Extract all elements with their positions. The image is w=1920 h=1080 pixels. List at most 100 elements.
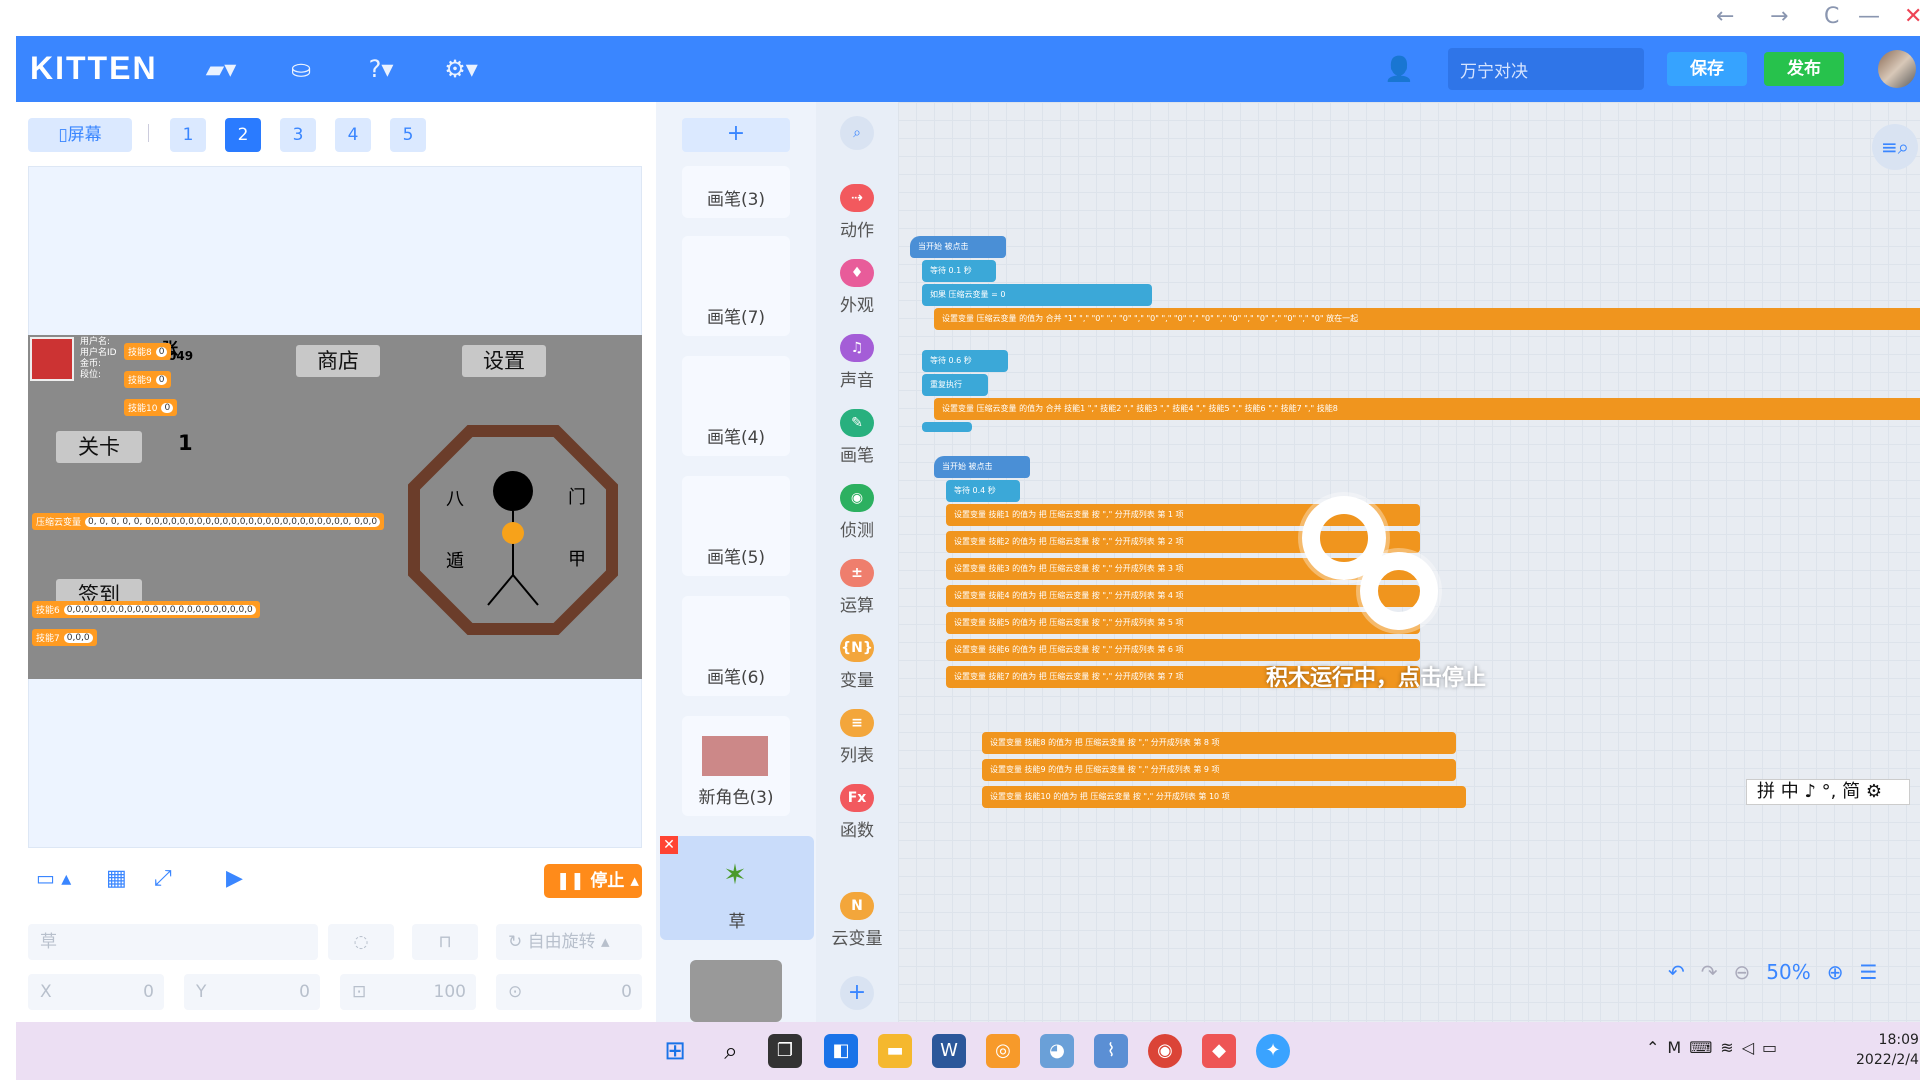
- wait-block[interactable]: 等待 0.1 秒: [922, 260, 996, 282]
- back-icon[interactable]: ←: [1716, 4, 1734, 29]
- hide-icon[interactable]: ◌: [328, 924, 394, 960]
- set-variable-block[interactable]: 设置变量 技能8 的值为 把 压缩云变量 按 "," 分开成列表 第 8 项: [982, 732, 1456, 754]
- minimize-icon[interactable]: —: [1858, 4, 1880, 29]
- search-icon[interactable]: ⌕: [840, 116, 874, 150]
- task-view-icon[interactable]: ❐: [768, 1034, 802, 1068]
- set-variable-block[interactable]: 设置变量 技能6 的值为 把 压缩云变量 按 "," 分开成列表 第 6 项: [946, 639, 1420, 661]
- app-icon[interactable]: ⌇: [1094, 1034, 1128, 1068]
- zoom-out-icon[interactable]: ⊖: [1734, 960, 1751, 984]
- category-pen[interactable]: ✎ 画笔: [816, 409, 898, 466]
- chrome-icon[interactable]: ◉: [1148, 1034, 1182, 1068]
- paint-icon[interactable]: ✦: [1256, 1034, 1290, 1068]
- zoom-in-icon[interactable]: ⊕: [1827, 960, 1844, 984]
- page-tab-1[interactable]: 1: [170, 118, 206, 152]
- stop-button[interactable]: ❚❚ 停止 ▴: [544, 864, 642, 898]
- set-variable-block[interactable]: 设置变量 压缩云变量 的值为 合并 技能1 "," 技能2 "," 技能3 ",…: [934, 398, 1920, 420]
- set-variable-block[interactable]: 设置变量 技能10 的值为 把 压缩云变量 按 "," 分开成列表 第 10 项: [982, 786, 1466, 808]
- redo-icon[interactable]: ↷: [1701, 960, 1718, 984]
- settings-button[interactable]: 设置: [462, 345, 546, 377]
- running-overlay-text[interactable]: 积木运行中，点击停止: [1266, 660, 1486, 692]
- hat-block[interactable]: 当开始 被点击: [934, 456, 1030, 478]
- screen-button[interactable]: ▯屏幕: [28, 118, 132, 152]
- x-field[interactable]: X0: [28, 974, 164, 1010]
- category-motion[interactable]: ⇢ 动作: [816, 184, 898, 241]
- hat-block[interactable]: 当开始 被点击: [910, 236, 1006, 258]
- y-field[interactable]: Y0: [184, 974, 320, 1010]
- sprite-item[interactable]: [690, 960, 782, 1022]
- direction-field[interactable]: ⊙ 0: [496, 974, 642, 1010]
- record-icon[interactable]: ▶: [226, 866, 243, 891]
- sprite-item[interactable]: 画笔(7): [682, 236, 790, 336]
- publish-button[interactable]: 发布: [1764, 52, 1844, 86]
- start-icon[interactable]: ⊞: [658, 1034, 692, 1068]
- set-variable-block[interactable]: 设置变量 技能4 的值为 把 压缩云变量 按 "," 分开成列表 第 4 项: [946, 585, 1420, 607]
- category-variables[interactable]: {N} 变量: [816, 634, 898, 691]
- project-name-input[interactable]: 万宁对决: [1448, 48, 1644, 90]
- cloud-variable-monitor: 压缩云变量 0, 0, 0, 0, 0, 0,0,0,0,0,0,0,0,0,0,…: [32, 513, 385, 530]
- wait-block[interactable]: 等待 0.6 秒: [922, 350, 1008, 372]
- gear-running-icon[interactable]: [1360, 552, 1438, 630]
- shop-button[interactable]: 商店: [296, 345, 380, 377]
- file-explorer-icon[interactable]: ▬: [878, 1034, 912, 1068]
- reload-icon[interactable]: C: [1824, 4, 1839, 29]
- category-functions[interactable]: Fx 函数: [816, 784, 898, 841]
- size-field[interactable]: ⊡ 100: [340, 974, 476, 1010]
- page-tab-4[interactable]: 4: [335, 118, 371, 152]
- kitten-app-icon[interactable]: ◆: [1202, 1034, 1236, 1068]
- close-icon[interactable]: ✕: [1904, 4, 1920, 29]
- set-variable-block[interactable]: 设置变量 技能9 的值为 把 压缩云变量 按 "," 分开成列表 第 9 项: [982, 759, 1456, 781]
- delete-sprite-icon[interactable]: ✕: [660, 836, 678, 854]
- sprite-list: + 画笔(3) 画笔(7) 画笔(4) 画笔(5) 画笔(6) 新角色(3) ✕…: [656, 102, 816, 1022]
- tray-icons[interactable]: ⌃Ⅿ⌨≋◁▭: [1646, 1038, 1785, 1057]
- game-screen[interactable]: 用户名:用户名ID金币:段位: 张 049 技能80 技能90 技能100 商店…: [28, 335, 642, 679]
- fullscreen-icon[interactable]: ⤢: [154, 866, 172, 891]
- add-collaborator-icon[interactable]: 👤: [1380, 50, 1418, 88]
- system-clock[interactable]: 18:09 2022/2/4: [1856, 1030, 1919, 1070]
- lock-icon[interactable]: ⊓: [412, 924, 478, 960]
- add-sprite-button[interactable]: +: [682, 118, 790, 152]
- save-button[interactable]: 保存: [1667, 52, 1747, 86]
- rotation-select[interactable]: ↻ 自由旋转 ▴: [496, 924, 642, 960]
- sprite-item[interactable]: 画笔(5): [682, 476, 790, 576]
- align-icon[interactable]: ☰: [1860, 960, 1878, 984]
- search-icon[interactable]: ⌕: [714, 1034, 748, 1068]
- category-operators[interactable]: ± 运算: [816, 559, 898, 616]
- block-search-icon[interactable]: ≡⌕: [1872, 124, 1918, 170]
- grid-icon[interactable]: ▦: [106, 866, 127, 891]
- sprite-item[interactable]: 新角色(3): [682, 716, 790, 816]
- app-icon[interactable]: ◎: [986, 1034, 1020, 1068]
- set-variable-block[interactable]: 设置变量 压缩云变量 的值为 合并 "1" "," "0" "," "0" ",…: [934, 308, 1920, 330]
- category-lists[interactable]: ≡ 列表: [816, 709, 898, 766]
- page-tab-2[interactable]: 2: [225, 118, 261, 152]
- user-avatar[interactable]: [1878, 50, 1916, 88]
- ime-toolbar[interactable]: 拼 中 ♪ °, 简 ⚙: [1746, 779, 1910, 805]
- page-tab-5[interactable]: 5: [390, 118, 426, 152]
- level-button[interactable]: 关卡: [56, 431, 142, 463]
- category-sound[interactable]: ♫ 声音: [816, 334, 898, 391]
- app-icon[interactable]: ◕: [1040, 1034, 1074, 1068]
- stage-size-icon[interactable]: ▭ ▴: [36, 866, 71, 890]
- sprite-name-input[interactable]: 草: [28, 924, 318, 960]
- page-tab-3[interactable]: 3: [280, 118, 316, 152]
- add-extension-icon[interactable]: +: [840, 976, 874, 1010]
- forward-icon[interactable]: →: [1770, 4, 1788, 29]
- category-cloud-variables[interactable]: N 云变量: [816, 892, 898, 949]
- stage-panel: ▯屏幕 1 2 3 4 5 用户名:用户名ID金币:段位: 张 049 技能80…: [16, 102, 656, 1022]
- if-block[interactable]: 如果 压缩云变量 = 0: [922, 284, 1152, 306]
- sprite-item[interactable]: 画笔(6): [682, 596, 790, 696]
- sprite-item[interactable]: 画笔(3): [682, 166, 790, 218]
- help-icon[interactable]: ?▾: [362, 50, 400, 88]
- category-looks[interactable]: ♦ 外观: [816, 259, 898, 316]
- set-variable-block[interactable]: 设置变量 技能5 的值为 把 压缩云变量 按 "," 分开成列表 第 5 项: [946, 612, 1420, 634]
- category-sensing[interactable]: ◉ 侦测: [816, 484, 898, 541]
- wait-block[interactable]: 等待 0.4 秒: [946, 480, 1020, 502]
- undo-icon[interactable]: ↶: [1668, 960, 1685, 984]
- sprite-item-selected[interactable]: ✕ ✶ 草: [660, 836, 814, 940]
- folder-icon[interactable]: ▰▾: [202, 50, 240, 88]
- widgets-icon[interactable]: ◧: [824, 1034, 858, 1068]
- repeat-block[interactable]: 重复执行: [922, 374, 988, 396]
- backpack-icon[interactable]: ⛀: [282, 50, 320, 88]
- word-icon[interactable]: W: [932, 1034, 966, 1068]
- sprite-item[interactable]: 画笔(4): [682, 356, 790, 456]
- gear-icon[interactable]: ⚙▾: [442, 50, 480, 88]
